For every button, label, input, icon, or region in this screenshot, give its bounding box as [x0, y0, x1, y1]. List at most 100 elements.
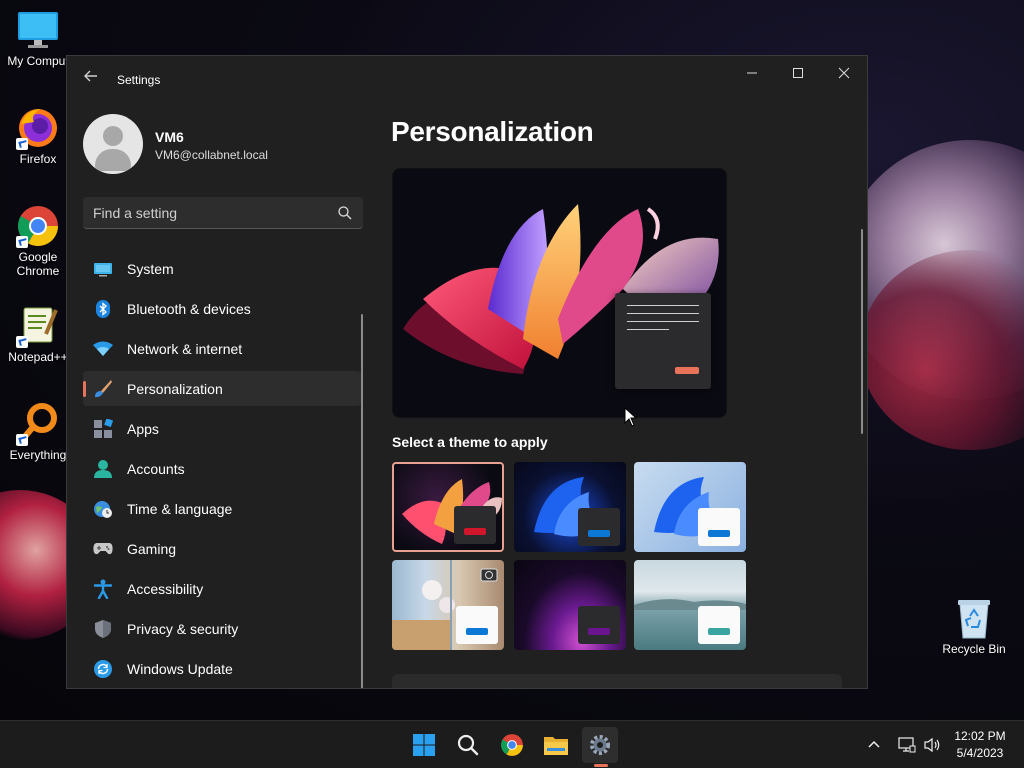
firefox-icon	[16, 106, 60, 150]
shortcut-arrow-icon	[16, 138, 28, 150]
file-explorer-icon	[544, 737, 568, 755]
start-button[interactable]	[406, 727, 442, 763]
sidebar-scrollbar[interactable]	[361, 314, 363, 688]
nav-item-system[interactable]: System	[83, 251, 361, 286]
back-button[interactable]	[81, 68, 101, 88]
settings-window: Settings VM6 VM6@collabnet.local System	[66, 55, 868, 689]
theme-mini-window	[456, 606, 498, 644]
nav-label: Personalization	[127, 380, 223, 397]
nav-label: Gaming	[127, 540, 177, 557]
recycle-bin-icon	[952, 596, 996, 640]
nav-item-windows-update[interactable]: Windows Update	[83, 651, 361, 686]
maximize-button[interactable]	[775, 56, 821, 90]
nav-item-gaming[interactable]: Gaming	[83, 531, 361, 566]
clock-time[interactable]: 12:02 PM	[940, 729, 1020, 743]
minimize-icon	[747, 72, 757, 74]
theme-accent-swatch	[466, 628, 488, 635]
theme-accent-swatch	[588, 628, 610, 635]
clock-date[interactable]: 5/4/2023	[940, 746, 1020, 760]
theme-sunrise[interactable]	[634, 560, 746, 650]
shortcut-arrow-icon	[16, 236, 28, 248]
theme-mini-window	[698, 606, 740, 644]
maximize-icon	[793, 68, 803, 78]
search-input[interactable]	[93, 197, 323, 228]
theme-windows-light[interactable]	[634, 462, 746, 552]
nav-item-bluetooth-devices[interactable]: Bluetooth & devices	[83, 291, 361, 326]
shortcut-arrow-icon	[16, 336, 28, 348]
desktop-icon-label: Firefox	[19, 152, 57, 166]
taskbar-settings-button[interactable]	[582, 727, 618, 763]
shortcut-arrow-icon	[16, 434, 28, 446]
active-indicator	[83, 381, 86, 397]
nav-label: Accessibility	[127, 580, 204, 597]
avatar-head	[103, 126, 123, 146]
minimize-button[interactable]	[729, 56, 775, 90]
search-box[interactable]	[83, 197, 363, 229]
nav-item-personalization[interactable]: Personalization	[83, 371, 361, 406]
nav-label: System	[127, 260, 174, 277]
desktop-icon-everything[interactable]: Everything	[0, 402, 76, 462]
theme-windows-dark[interactable]	[514, 462, 626, 552]
theme-bloom-glow[interactable]	[392, 462, 504, 552]
system-icon	[93, 259, 113, 279]
taskbar-search-button[interactable]	[450, 727, 486, 763]
theme-captured-motion[interactable]	[392, 560, 504, 650]
user-avatar[interactable]	[83, 114, 143, 174]
taskbar-file-explorer-button[interactable]	[538, 727, 574, 763]
page-title: Personalization	[391, 116, 594, 147]
desktop-icon-firefox[interactable]: Firefox	[0, 106, 76, 166]
title-bar[interactable]: Settings	[67, 56, 867, 104]
desktop-icon-recycle-bin[interactable]: Recycle Bin	[936, 596, 1012, 656]
theme-accent-swatch	[708, 530, 730, 537]
theme-mini-window	[578, 606, 620, 644]
settings-icon	[590, 735, 610, 755]
nav-label: Windows Update	[127, 660, 233, 677]
globe-clock-icon	[93, 499, 113, 519]
desktop-icon-chrome[interactable]: Google Chrome	[0, 204, 76, 278]
nav-item-accessibility[interactable]: Accessibility	[83, 571, 361, 606]
sidebar: VM6 VM6@collabnet.local System Bluetooth…	[67, 104, 377, 688]
brush-icon	[93, 379, 113, 399]
apps-icon	[93, 418, 113, 439]
nav-label: Accounts	[127, 460, 185, 477]
settings-card[interactable]	[392, 674, 842, 688]
nav-item-network-internet[interactable]: Network & internet	[83, 331, 361, 366]
nav-list: System Bluetooth & devices Network & int…	[83, 251, 361, 688]
nav-label: Apps	[127, 420, 159, 437]
taskbar-chrome-button[interactable]	[494, 727, 530, 763]
show-hidden-icons-button[interactable]	[858, 727, 890, 763]
theme-accent-swatch	[464, 528, 486, 535]
volume-icon	[924, 737, 940, 753]
nav-label: Bluetooth & devices	[127, 300, 251, 317]
nav-label: Privacy & security	[127, 620, 239, 637]
chrome-icon	[16, 204, 60, 248]
user-email: VM6@collabnet.local	[155, 148, 268, 162]
theme-accent-swatch	[708, 628, 730, 635]
preview-line	[627, 305, 699, 306]
search-icon[interactable]	[337, 205, 353, 221]
desktop-icon-label: Google Chrome	[16, 250, 60, 278]
nav-item-privacy-security[interactable]: Privacy & security	[83, 611, 361, 646]
update-icon	[93, 659, 113, 679]
notepad-plus-plus-icon	[16, 304, 60, 348]
desktop-icon-notepad-plus-plus[interactable]: Notepad++	[0, 304, 76, 364]
theme-mini-window	[578, 508, 620, 546]
close-button[interactable]	[821, 56, 867, 90]
desktop-icon-my-computer[interactable]: My Comput	[0, 8, 76, 68]
desktop-icon-label: Everything	[9, 448, 67, 462]
theme-glow[interactable]	[514, 560, 626, 650]
camera-icon	[480, 568, 498, 582]
window-title: Settings	[117, 73, 161, 87]
preview-window-mockup	[615, 293, 711, 389]
preview-accent-button	[675, 367, 699, 374]
content-scrollbar[interactable]	[861, 229, 863, 434]
nav-label: Network & internet	[127, 340, 243, 357]
nav-item-apps[interactable]: Apps	[83, 411, 361, 446]
preview-line	[627, 313, 699, 314]
chevron-up-icon	[868, 740, 880, 748]
chrome-icon	[501, 734, 523, 756]
nav-item-time-language[interactable]: Time & language	[83, 491, 361, 526]
mouse-cursor-icon	[624, 407, 636, 427]
monitor-icon	[16, 8, 60, 52]
nav-item-accounts[interactable]: Accounts	[83, 451, 361, 486]
